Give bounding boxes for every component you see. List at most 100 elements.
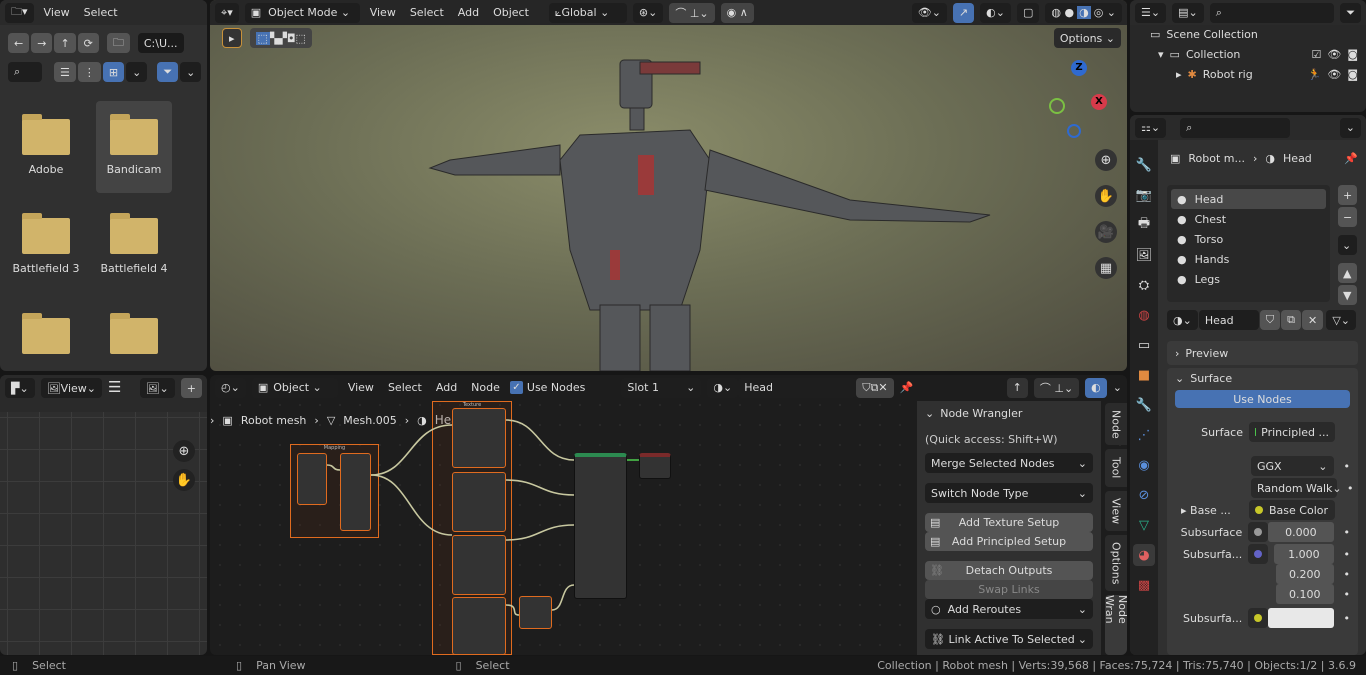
pin-icon[interactable]: 📌 [1344, 152, 1358, 165]
robot-rig-row[interactable]: ▸ ✱ Robot rig 🏃 👁 ◙ [1176, 68, 1358, 81]
surface-panel-header[interactable]: ⌄ Surface [1175, 368, 1350, 388]
snap-toggle[interactable]: ⌒ ⊥⌄ [669, 2, 715, 23]
browse-material-button[interactable]: ◑⌄ [1167, 310, 1198, 330]
tool-icon[interactable]: 🔧 [1133, 154, 1155, 176]
physics-icon[interactable]: ◉ [1133, 454, 1155, 476]
menu-hamburger-icon[interactable]: ☰ [108, 378, 121, 396]
mesh-data-icon[interactable]: ▽ [1133, 514, 1155, 536]
forward-button[interactable]: → [31, 33, 53, 53]
filter-button[interactable]: ⏷ [1340, 2, 1361, 23]
camera-icon[interactable]: 🎥 [1095, 221, 1117, 243]
display-dropdown[interactable]: ⌄ [126, 62, 148, 82]
move-up-button[interactable]: ▲ [1338, 263, 1358, 283]
navigation-gizmo[interactable]: Z X [1047, 60, 1107, 140]
distribution-dropdown[interactable]: GGX ⌄ [1251, 456, 1334, 476]
menu-add[interactable]: Add [454, 6, 483, 19]
material-slot-list[interactable]: ● Head ● Chest ● Torso ● Hands ● Legs [1167, 185, 1330, 302]
parent-node-tree-button[interactable]: ↑ [1006, 377, 1028, 398]
material-slot-item[interactable]: ● Head [1171, 189, 1326, 209]
outliner-search[interactable]: ⌕ [1209, 2, 1335, 23]
add-principled-setup-button[interactable]: ▤ Add Principled Setup [925, 532, 1093, 551]
radius-z-field[interactable]: 0.100 [1276, 584, 1334, 604]
select-tool[interactable]: ▸ [222, 28, 242, 48]
folder-item[interactable]: Battlefield 4 [96, 200, 172, 292]
duplicate-material-button[interactable]: ⧉ [1281, 310, 1301, 330]
pivot-dropdown[interactable]: ⊛⌄ [632, 2, 664, 23]
refresh-button[interactable]: ⟳ [77, 33, 99, 53]
material-name-field[interactable]: Head [1198, 310, 1259, 330]
subsurface-color-swatch[interactable] [1268, 608, 1334, 628]
switch-node-type-dropdown[interactable]: Switch Node Type ⌄ [925, 483, 1093, 503]
material-slot-item[interactable]: ● Legs [1171, 269, 1326, 289]
view-dropdown[interactable]: 🖼 View ⌄ [40, 378, 102, 398]
back-button[interactable]: ← [8, 33, 30, 53]
expand-arrow-icon[interactable]: ▾ [1158, 48, 1164, 61]
options-dropdown[interactable]: ⌄ [1339, 117, 1361, 138]
overlay-toggle[interactable]: ◐⌄ [980, 2, 1011, 23]
camera-render-icon[interactable]: ◙ [1347, 68, 1358, 81]
folder-item[interactable]: Battlefield 3 [8, 200, 84, 292]
scene-icon[interactable]: ⛭ [1133, 274, 1155, 296]
select-mode-buttons[interactable]: ⬚ ▚▞◘⬚ [249, 28, 312, 48]
path-field[interactable]: C:\U... [137, 33, 184, 53]
node-wrangler-header[interactable]: ⌄ Node Wrangler [925, 401, 1093, 425]
radius-y-field[interactable]: 0.200 [1276, 564, 1334, 584]
snap-toggle[interactable]: ⌒ ⊥⌄ [1033, 377, 1080, 398]
collection-row[interactable]: ▾ ▭ Collection ☑ 👁 ◙ [1158, 48, 1358, 61]
menu-view[interactable]: View [366, 6, 400, 19]
menu-object[interactable]: Object [489, 6, 533, 19]
collection-icon[interactable]: ▭ [1133, 334, 1155, 356]
preview-panel[interactable]: › Preview [1167, 341, 1358, 365]
eye-icon[interactable]: 👁 [1327, 48, 1341, 61]
merge-selected-nodes-dropdown[interactable]: Merge Selected Nodes ⌄ [925, 453, 1093, 473]
visibility-dropdown[interactable]: 👁⌄ [911, 2, 947, 23]
scene-collection-row[interactable]: ▭ Scene Collection [1150, 28, 1258, 41]
output-icon[interactable]: 🖶 [1133, 214, 1155, 236]
new-image-button[interactable]: + [180, 378, 202, 398]
gizmo-x-axis[interactable]: X [1091, 94, 1107, 110]
menu-select[interactable]: Select [406, 6, 448, 19]
tab-tool[interactable]: Tool [1105, 449, 1127, 487]
hand-pan-icon[interactable]: ✋ [173, 469, 195, 491]
display-columns-button[interactable]: ⋮ [77, 62, 101, 82]
shader-node-editor[interactable]: ◴⌄ ▣ Object ⌄ View Select Add Node ✓ Use … [210, 375, 1127, 655]
expand-arrow-icon[interactable]: ▸ [1176, 68, 1182, 81]
display-mode-dropdown[interactable]: ▤⌄ [1172, 2, 1204, 23]
filter-button[interactable]: ⏷ [157, 62, 179, 82]
editor-type-button[interactable]: ▛⌄ [5, 378, 35, 398]
options-dropdown[interactable]: Options ⌄ [1053, 28, 1121, 48]
tab-options[interactable]: Options [1105, 535, 1127, 591]
overlay-toggle[interactable]: ◐ [1085, 377, 1107, 398]
add-reroutes-dropdown[interactable]: ○ Add Reroutes ⌄ [925, 599, 1093, 619]
checkbox-icon[interactable]: ☑ [1311, 48, 1321, 61]
eye-icon[interactable]: 👁 [1327, 68, 1341, 81]
gizmo-neg-z[interactable] [1067, 124, 1081, 138]
subsurface-field[interactable]: 0.000 [1268, 522, 1334, 542]
link-active-to-selected-dropdown[interactable]: ⛓ Link Active To Selected ⌄ [925, 629, 1093, 649]
gizmo-toggle[interactable]: ↗ [952, 2, 975, 23]
material-slot-item[interactable]: ● Torso [1171, 229, 1326, 249]
xray-toggle[interactable]: ▢ [1016, 2, 1040, 23]
particles-icon[interactable]: ⋰ [1133, 424, 1155, 446]
display-thumbnails-button[interactable]: ⊞ [102, 62, 125, 82]
unlink-material-button[interactable]: ✕ [1301, 310, 1324, 330]
material-slot-item[interactable]: ● Hands [1171, 249, 1326, 269]
orientation-dropdown[interactable]: ⟀ Global ⌄ [548, 2, 627, 23]
parent-dir-button[interactable]: ↑ [54, 33, 76, 53]
material-icon[interactable]: ◕ [1133, 544, 1155, 566]
menu-select[interactable]: Select [80, 6, 122, 19]
world-icon[interactable]: ◍ [1133, 304, 1155, 326]
editor-type-button[interactable]: ⌖▾ [215, 2, 239, 23]
zoom-icon[interactable]: ⊕ [173, 440, 195, 462]
tab-view[interactable]: View [1105, 491, 1127, 531]
proportional-edit[interactable]: ◉ ∧ [720, 2, 754, 23]
constraints-icon[interactable]: ⊘ [1133, 484, 1155, 506]
gizmo-y-axis[interactable] [1049, 98, 1065, 114]
tab-node-wrangler[interactable]: Node Wran [1103, 595, 1127, 655]
view-layer-icon[interactable]: 🖼 [1133, 244, 1155, 266]
editor-type-button[interactable]: ☰⌄ [1135, 2, 1167, 23]
fake-user-button[interactable]: ⛉ [1259, 310, 1281, 330]
render-icon[interactable]: 📷 [1133, 184, 1155, 206]
folder-item[interactable]: Adobe [8, 101, 84, 193]
detach-outputs-button[interactable]: ⛓ Detach Outputs [925, 561, 1093, 580]
